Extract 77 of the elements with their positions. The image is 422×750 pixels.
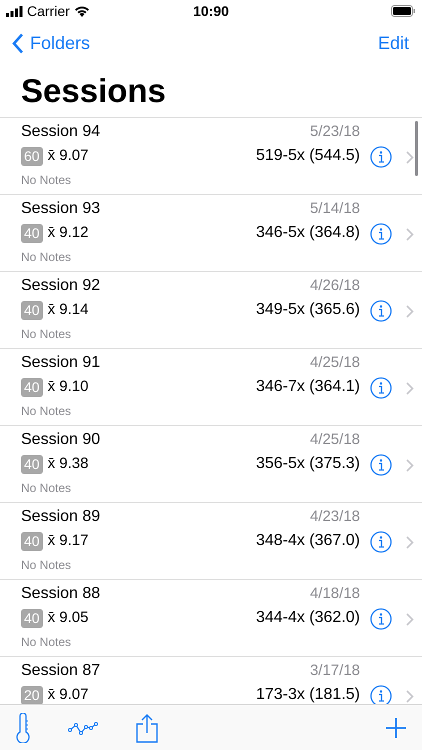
chevron-icon <box>406 612 414 626</box>
shot-count-badge: 40 <box>21 532 43 550</box>
mean-score: x̄ 9.12 <box>48 222 88 243</box>
session-date: 4/25/18 <box>310 430 360 450</box>
info-icon[interactable] <box>370 146 392 168</box>
session-date: 4/18/18 <box>310 584 360 604</box>
info-icon[interactable] <box>370 531 392 553</box>
session-notes: No Notes <box>21 557 72 574</box>
mean-score: x̄ 9.10 <box>48 376 88 397</box>
session-notes: No Notes <box>21 249 72 266</box>
session-score: 173-3x (181.5) <box>256 685 360 704</box>
info-icon[interactable] <box>370 608 392 630</box>
signal-icon <box>6 6 23 16</box>
wifi-icon <box>74 5 90 17</box>
battery-icon <box>391 5 416 17</box>
info-icon[interactable] <box>370 223 392 245</box>
back-button[interactable]: Folders <box>12 30 90 57</box>
status-time: 10:90 <box>192 2 230 20</box>
mean-score: x̄ 9.05 <box>48 608 88 628</box>
session-notes: No Notes <box>21 326 72 343</box>
chevron-icon <box>406 382 414 394</box>
session-date: 5/23/18 <box>310 122 360 142</box>
carrier-label: Carrier <box>27 2 70 20</box>
session-date: 5/14/18 <box>310 199 360 219</box>
info-icon[interactable] <box>370 685 392 704</box>
session-title: Session 92 <box>21 276 100 296</box>
shot-count-badge: 60 <box>21 146 43 166</box>
session-score: 344-4x (362.0) <box>256 608 360 628</box>
shot-count-badge: 40 <box>21 454 43 474</box>
info-icon[interactable] <box>370 377 392 399</box>
session-title: Session 90 <box>21 430 100 450</box>
thermometer-icon[interactable] <box>16 712 30 742</box>
session-date: 4/25/18 <box>310 353 360 373</box>
session-notes: No Notes <box>21 480 72 497</box>
scroll-indicator <box>415 121 418 176</box>
session-score: 356-5x (375.3) <box>256 454 360 474</box>
session-notes: No Notes <box>21 403 72 420</box>
chevron-icon <box>406 536 414 548</box>
mean-score: x̄ 9.38 <box>48 454 88 474</box>
session-title: Session 88 <box>21 584 100 604</box>
chevron-icon <box>406 304 414 318</box>
chevron-icon <box>406 228 414 240</box>
session-notes: No Notes <box>21 634 72 651</box>
info-icon[interactable] <box>370 300 392 322</box>
session-score: 348-4x (367.0) <box>256 531 360 551</box>
session-date: 3/17/18 <box>310 661 360 681</box>
shot-count-badge: 40 <box>21 608 43 628</box>
session-notes: No Notes <box>21 172 72 189</box>
session-date: 4/23/18 <box>310 507 360 527</box>
mean-score: x̄ 9.07 <box>48 684 88 704</box>
shot-count-badge: 40 <box>21 378 43 396</box>
session-date: 4/26/18 <box>310 276 360 296</box>
session-score: 346-7x (364.1) <box>256 377 360 397</box>
line-chart-icon[interactable] <box>68 720 98 736</box>
session-score: 519-5x (544.5) <box>256 146 360 166</box>
share-icon[interactable] <box>136 712 158 742</box>
mean-score: x̄ 9.17 <box>48 530 88 551</box>
chevron-icon <box>406 690 414 702</box>
session-title: Session 91 <box>21 353 100 373</box>
session-score: 346-5x (364.8) <box>256 223 360 243</box>
chevron-icon <box>406 458 414 472</box>
mean-score: x̄ 9.07 <box>48 146 88 166</box>
chevron-left-icon <box>12 33 24 54</box>
shot-count-badge: 20 <box>21 686 43 704</box>
session-score: 349-5x (365.6) <box>256 300 360 320</box>
add-icon[interactable] <box>386 718 406 738</box>
mean-score: x̄ 9.14 <box>48 300 88 320</box>
session-title: Session 87 <box>21 661 100 681</box>
session-title: Session 93 <box>21 199 100 219</box>
session-title: Session 94 <box>21 122 100 142</box>
chevron-icon <box>406 150 414 164</box>
shot-count-badge: 40 <box>21 300 43 320</box>
session-title: Session 89 <box>21 507 100 527</box>
edit-button[interactable]: Edit <box>378 30 410 57</box>
page-title: Sessions <box>21 71 166 112</box>
info-icon[interactable] <box>370 454 392 476</box>
shot-count-badge: 40 <box>21 224 43 242</box>
